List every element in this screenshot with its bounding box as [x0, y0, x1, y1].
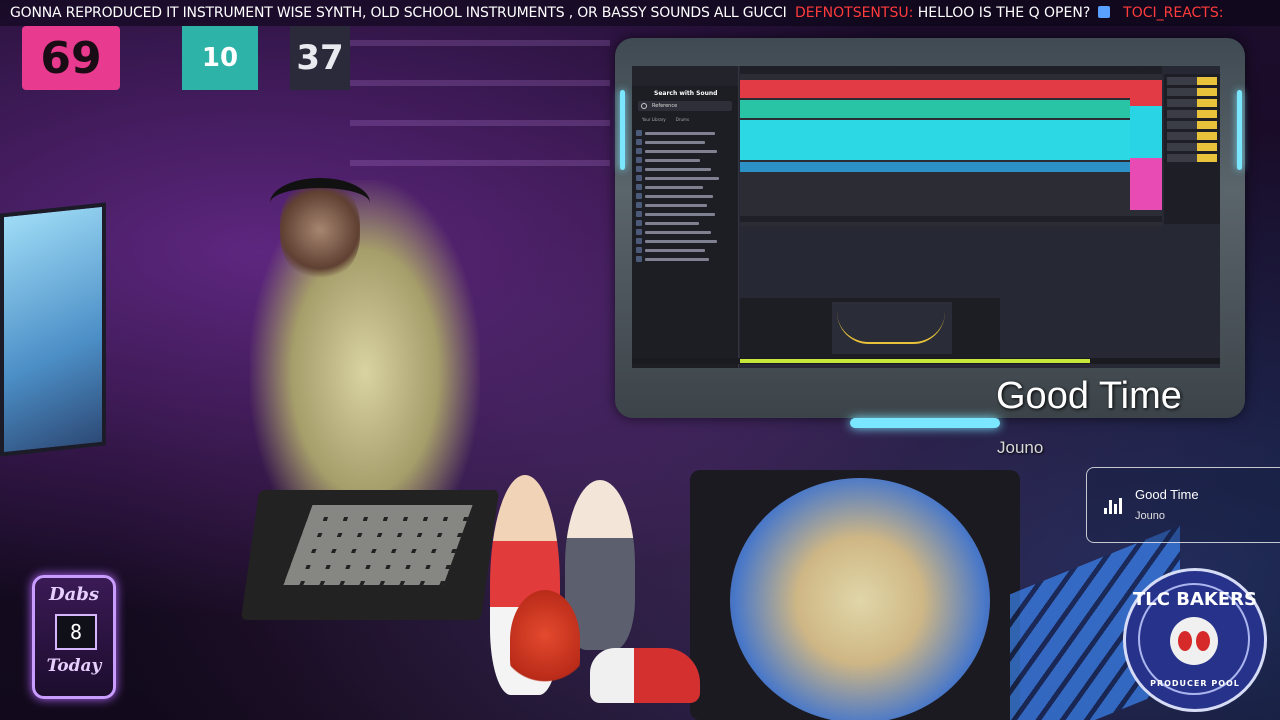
sample-browser: Search with Sound Reference Your Library…: [632, 66, 739, 368]
mixer-row[interactable]: [1167, 88, 1217, 96]
headphones: [270, 178, 370, 228]
list-item[interactable]: [636, 174, 734, 182]
song-title: Good Time: [996, 375, 1182, 417]
tlc-bakers-logo: TLC BAKERS PRODUCER POOL: [1123, 568, 1267, 712]
list-item[interactable]: [636, 246, 734, 254]
list-item[interactable]: [636, 138, 734, 146]
eq-curve[interactable]: [837, 312, 945, 344]
slipmat: [730, 478, 990, 720]
jersey-frame: 10: [182, 26, 258, 90]
mixer-row[interactable]: [1167, 143, 1217, 151]
now-playing-title: Good Time: [1135, 487, 1199, 502]
list-item[interactable]: [636, 219, 734, 227]
browser-title: Search with Sound: [654, 90, 718, 97]
now-playing-artist: Jouno: [1135, 510, 1165, 522]
eq-device[interactable]: [832, 302, 952, 354]
logo-mark-icon: [1170, 617, 1218, 665]
mixer-row[interactable]: [1167, 77, 1217, 85]
list-item[interactable]: [636, 129, 734, 137]
frame-light: [850, 418, 1000, 428]
dabs-label-today: Today: [46, 656, 102, 676]
tab-library[interactable]: Your Library: [642, 117, 666, 122]
browser-toolbar[interactable]: [632, 66, 738, 86]
dabs-label: Dabs: [49, 584, 99, 605]
list-item[interactable]: [636, 147, 734, 155]
results-header: [632, 124, 738, 128]
ticker-username: DEFNOTSENTSU:: [794, 5, 914, 21]
mixer-row[interactable]: [1167, 132, 1217, 140]
search-icon: [641, 103, 647, 109]
logo-text-bottom: PRODUCER POOL: [1150, 679, 1240, 688]
jersey-frame: 37: [290, 26, 350, 90]
list-item[interactable]: [636, 156, 734, 164]
list-item[interactable]: [636, 210, 734, 218]
list-item[interactable]: [636, 165, 734, 173]
search-value: Reference: [652, 103, 678, 109]
list-item[interactable]: [636, 228, 734, 236]
list-item[interactable]: [636, 201, 734, 209]
ticker-message: GONNA REPRODUCED IT INSTRUMENT WISE SYNT…: [10, 5, 787, 21]
sneaker-shelves: [350, 40, 610, 190]
song-artist: Jouno: [997, 438, 1044, 457]
drum-pads: [283, 505, 473, 585]
track-mixer: [1164, 74, 1220, 224]
list-item[interactable]: [636, 192, 734, 200]
loop-region[interactable]: [1130, 80, 1162, 210]
list-item[interactable]: [636, 183, 734, 191]
arrangement-view[interactable]: [740, 66, 1162, 226]
list-item[interactable]: [636, 255, 734, 263]
ticker-username: TOCI_REACTS:: [1123, 5, 1224, 21]
emote-icon: [1097, 6, 1110, 18]
tab-drums[interactable]: Drums: [676, 117, 689, 122]
status-progress: [740, 359, 1090, 363]
search-input[interactable]: Reference: [638, 101, 732, 111]
chat-ticker: GONNA REPRODUCED IT INSTRUMENT WISE SYNT…: [0, 0, 1280, 26]
audio-clip[interactable]: [740, 162, 1130, 172]
mixer-row[interactable]: [1167, 99, 1217, 107]
dabs-counter-badge: Dabs 8 Today: [32, 575, 116, 699]
audio-clip[interactable]: [740, 100, 1130, 118]
list-item[interactable]: [636, 237, 734, 245]
equalizer-icon: [1104, 498, 1124, 514]
jersey-frame: 69: [22, 26, 120, 90]
side-monitor: [0, 202, 106, 457]
mixer-row[interactable]: [1167, 154, 1217, 162]
mascot-figure: [510, 590, 580, 690]
mixer-row[interactable]: [1167, 121, 1217, 129]
browser-tabs: Your Library Drums: [632, 115, 738, 124]
logo-text-top: TLC BAKERS: [1133, 589, 1257, 610]
frame-light: [620, 90, 625, 170]
audio-clip[interactable]: [740, 120, 1130, 160]
dabs-count: 8: [55, 614, 97, 650]
audio-clip[interactable]: [740, 80, 1130, 98]
frame-light: [1237, 90, 1242, 170]
daw-screen: Search with Sound Reference Your Library…: [632, 66, 1220, 368]
sneaker: [590, 648, 700, 703]
timeline-ruler[interactable]: [740, 66, 1162, 74]
time-ruler[interactable]: [740, 216, 1162, 222]
mixer-row[interactable]: [1167, 110, 1217, 118]
ticker-chat: HELLOO IS THE Q OPEN?: [917, 5, 1091, 21]
